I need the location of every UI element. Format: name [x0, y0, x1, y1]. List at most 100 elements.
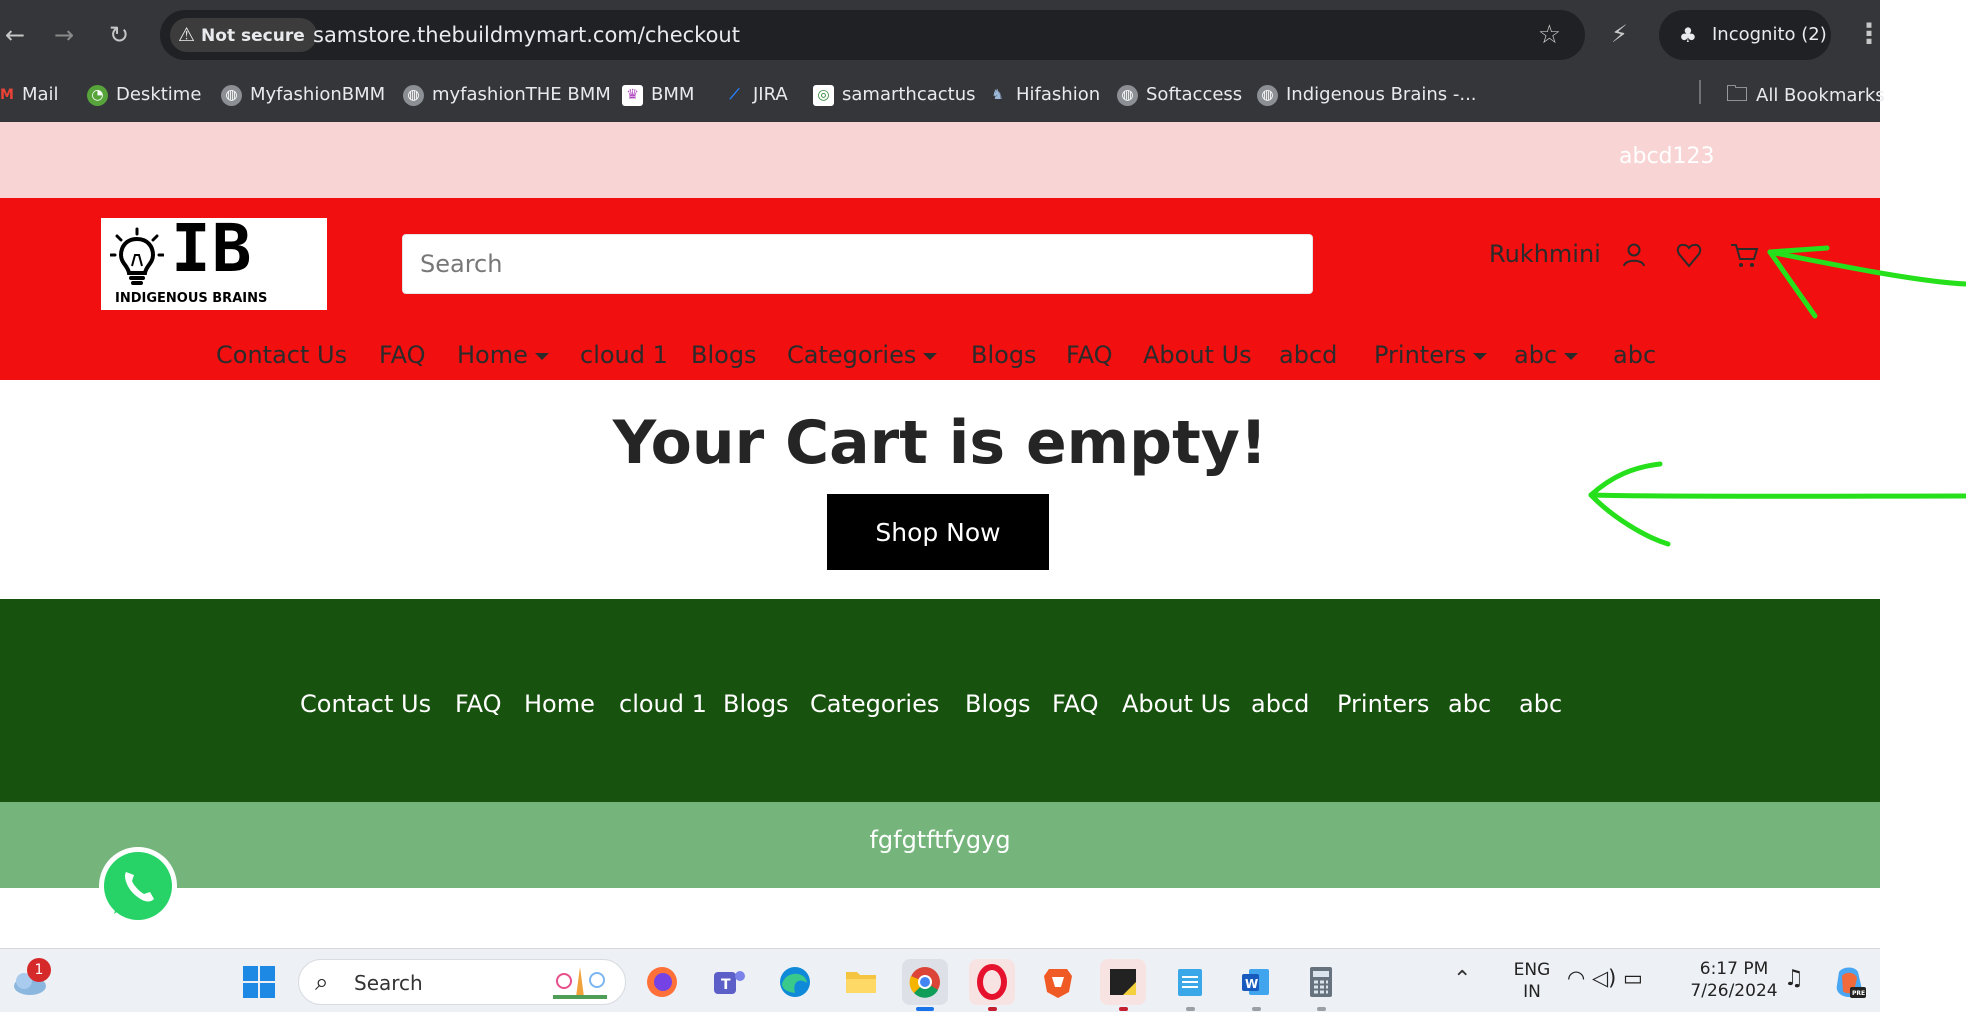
svg-text:PRE: PRE: [1852, 990, 1865, 997]
bookmark-jira[interactable]: ⟋ JIRA: [724, 80, 788, 110]
back-arrow-icon[interactable]: ←: [0, 20, 30, 50]
nav-link[interactable]: abcd: [1279, 334, 1337, 376]
bookmark-label: Desktime: [116, 84, 202, 105]
incognito-indicator[interactable]: ♣ Incognito (2): [1659, 10, 1831, 60]
footer-link[interactable]: Blogs: [965, 683, 1031, 725]
chevron-up-icon[interactable]: ⌃: [1453, 967, 1471, 992]
footer-link[interactable]: Printers: [1337, 683, 1429, 725]
forward-arrow-icon[interactable]: →: [49, 20, 79, 50]
screenshot-root: ← → ↻ ⚠ Not secure samstore.thebuildmymar…: [0, 0, 1966, 1012]
site-search-box[interactable]: [402, 234, 1313, 294]
footer-link[interactable]: abcd: [1251, 683, 1309, 725]
performance-icon[interactable]: ⚡: [1611, 20, 1628, 48]
language-indicator[interactable]: ENG IN: [1502, 959, 1562, 1003]
nav-label: Contact Us: [216, 341, 348, 369]
url-text[interactable]: samstore.thebuildmymart.com/checkout: [313, 23, 740, 47]
bookmark-indigenous-brains[interactable]: ◍ Indigenous Brains -...: [1257, 80, 1477, 110]
incognito-label: Incognito (2): [1712, 24, 1827, 45]
caret-down-icon: [1564, 352, 1579, 360]
footer-link[interactable]: FAQ: [455, 683, 502, 725]
word-icon[interactable]: W: [1233, 959, 1279, 1011]
copilot-icon[interactable]: PRE: [1830, 963, 1868, 1001]
cart-icon[interactable]: [1729, 240, 1759, 270]
globe-icon: ◍: [1257, 84, 1278, 106]
bookmark-desktime[interactable]: ◔ Desktime: [87, 80, 201, 110]
taskbar-search[interactable]: ⌕ Search: [298, 959, 626, 1005]
site-search-input[interactable]: [403, 235, 1312, 293]
windows-start-icon[interactable]: [242, 965, 276, 999]
notepad-icon[interactable]: [1167, 959, 1213, 1011]
system-tray-icons[interactable]: ◠ ◁) ▭: [1567, 966, 1643, 990]
shop-now-button[interactable]: Shop Now: [827, 494, 1049, 570]
footer-link[interactable]: cloud 1: [619, 683, 707, 725]
nav-link[interactable]: Contact Us: [216, 334, 347, 376]
nav-dropdown[interactable]: Categories: [787, 334, 938, 376]
file-explorer-icon[interactable]: [838, 959, 884, 1005]
footer-link[interactable]: Home: [524, 683, 595, 725]
edge-icon[interactable]: [772, 959, 818, 1005]
clock-date: 7/26/2024: [1690, 981, 1778, 1001]
bookmark-softaccess[interactable]: ◍ Softaccess: [1117, 80, 1242, 110]
footer-link[interactable]: About Us: [1122, 683, 1231, 725]
firefox-icon[interactable]: [639, 959, 685, 1005]
calculator-icon[interactable]: [1298, 959, 1344, 1011]
footer-link[interactable]: Categories: [810, 683, 939, 725]
announcement-bar: abcd123: [0, 122, 1880, 198]
whatsapp-icon[interactable]: [96, 844, 180, 928]
search-highlight-art: [553, 967, 607, 999]
nav-link[interactable]: cloud 1: [580, 334, 668, 376]
clock[interactable]: 6:17 PM 7/26/2024: [1688, 958, 1780, 1002]
footer-link[interactable]: Blogs: [723, 683, 789, 725]
bookmark-myfashionbmm[interactable]: ◍ MyfashionBMM: [221, 80, 385, 110]
sticky-notes-icon[interactable]: [1100, 959, 1146, 1011]
nav-label: Home: [457, 341, 528, 369]
nav-label: cloud 1: [580, 341, 668, 369]
running-indicator: [1252, 1007, 1261, 1011]
folder-icon: 🗀: [1726, 82, 1749, 107]
footer-link[interactable]: FAQ: [1052, 683, 1099, 725]
opera-icon[interactable]: [969, 959, 1015, 1011]
footer-navigation: Contact Us FAQ Home cloud 1 Blogs Catego…: [0, 683, 1880, 725]
bookmark-mail[interactable]: M Mail: [0, 80, 59, 110]
footer-link[interactable]: abc: [1519, 683, 1562, 725]
heart-icon[interactable]: [1674, 240, 1704, 270]
hifashion-icon: ♞: [991, 86, 1004, 103]
notification-bell-icon[interactable]: ♫: [1784, 966, 1804, 991]
bookmark-samarthcactus[interactable]: ◎ samarthcactus: [813, 80, 976, 110]
nav-dropdown[interactable]: abc: [1514, 334, 1579, 376]
caret-down-icon: [923, 352, 938, 360]
bookmark-label: Softaccess: [1146, 84, 1243, 105]
security-indicator[interactable]: ⚠ Not secure: [170, 18, 317, 52]
globe-icon: ◍: [221, 84, 242, 106]
reload-icon[interactable]: ↻: [104, 20, 134, 50]
username-label[interactable]: Rukhmini: [1489, 238, 1601, 270]
footer-link[interactable]: abc: [1448, 683, 1491, 725]
nav-link[interactable]: About Us: [1143, 334, 1252, 376]
globe-icon: ◍: [1117, 84, 1138, 106]
nav-link[interactable]: FAQ: [1066, 334, 1113, 376]
bookmark-hifashion[interactable]: ♞ Hifashion: [987, 80, 1100, 110]
site-logo[interactable]: IB INDIGENOUS BRAINS: [101, 210, 327, 310]
nav-dropdown[interactable]: Printers: [1374, 334, 1488, 376]
bookmark-label: samarthcactus: [842, 84, 976, 105]
nav-link[interactable]: FAQ: [379, 334, 426, 376]
bookmark-star-icon[interactable]: ☆: [1538, 20, 1561, 50]
nav-label: FAQ: [379, 341, 426, 369]
nav-link[interactable]: Blogs: [691, 334, 757, 376]
user-icon[interactable]: [1619, 240, 1649, 270]
browser-menu-icon[interactable]: ⋮: [1855, 17, 1883, 50]
bookmark-label: Indigenous Brains -...: [1286, 84, 1477, 105]
footer-link[interactable]: Contact Us: [300, 683, 431, 725]
bookmark-myfashionthebmm[interactable]: ◍ myfashionTHE BMM: [403, 80, 611, 110]
teams-icon[interactable]: T: [706, 959, 752, 1005]
nav-link[interactable]: Blogs: [971, 334, 1037, 376]
running-indicator: [1186, 1007, 1195, 1011]
all-bookmarks-button[interactable]: 🗀 All Bookmarks: [1726, 80, 1885, 110]
address-bar[interactable]: ⚠ Not secure samstore.thebuildmymart.com/…: [160, 10, 1585, 60]
chrome-icon[interactable]: [902, 959, 948, 1011]
nav-dropdown[interactable]: Home: [457, 334, 549, 376]
bookmark-bmm[interactable]: ♛ BMM: [622, 80, 694, 110]
brave-icon[interactable]: [1035, 959, 1081, 1005]
svg-text:W: W: [1245, 977, 1258, 991]
nav-link[interactable]: abc: [1613, 334, 1656, 376]
